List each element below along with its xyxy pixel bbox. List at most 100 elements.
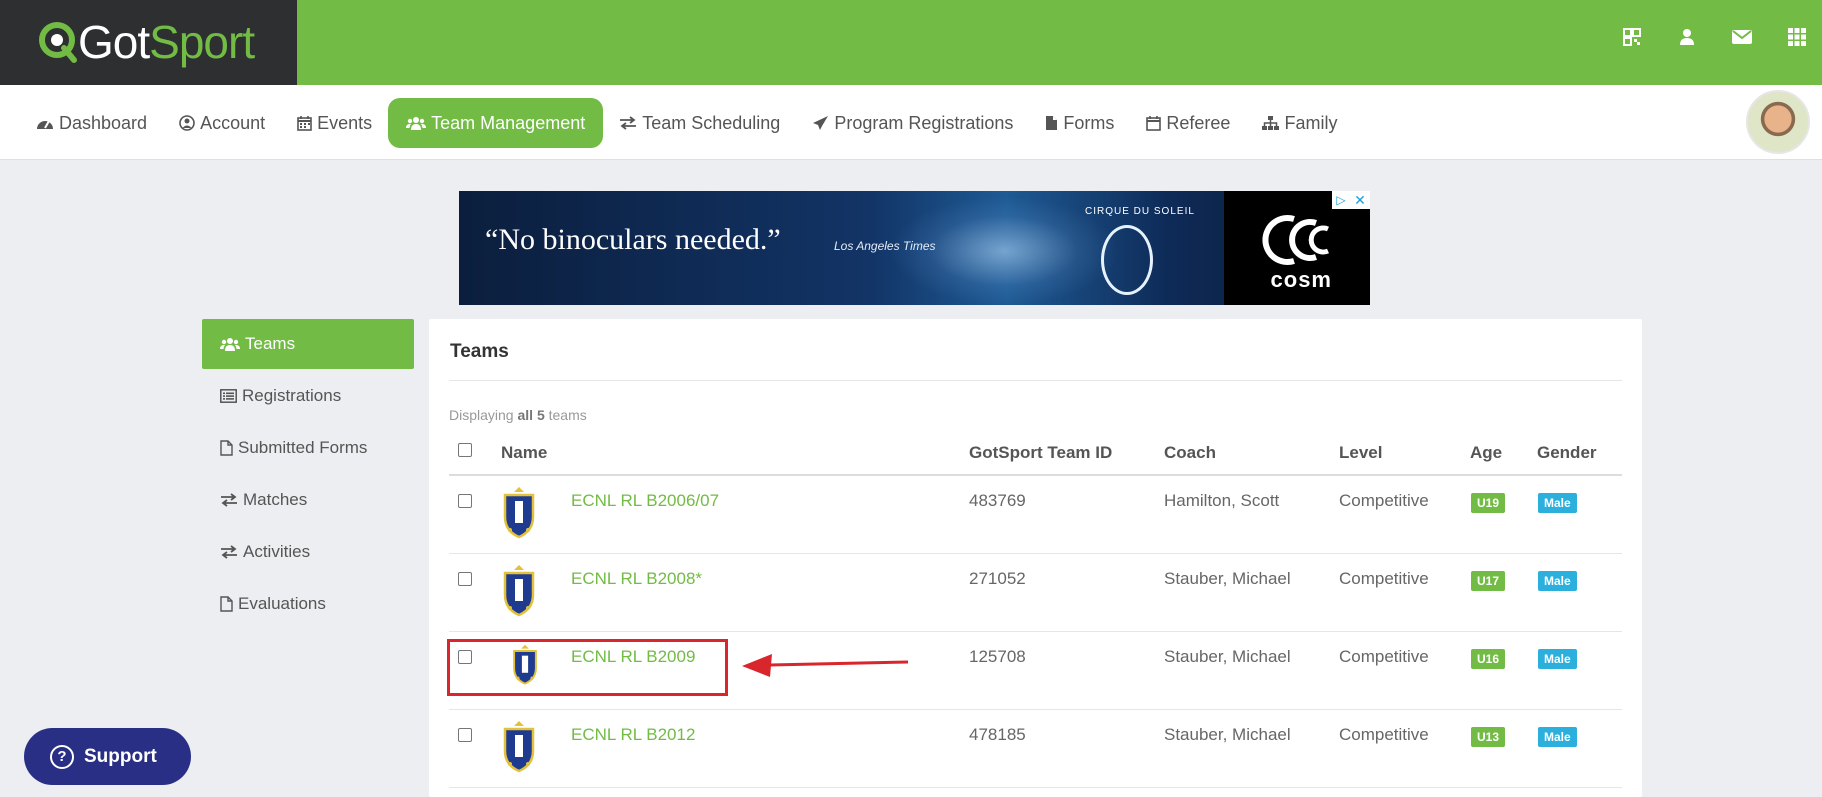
nav-dashboard[interactable]: Dashboard	[20, 98, 163, 148]
question-icon: ?	[50, 744, 74, 769]
column-level[interactable]: Level	[1339, 443, 1382, 463]
logo[interactable]: GotSport	[0, 0, 297, 85]
gender-badge: Male	[1538, 493, 1577, 513]
team-crest-icon	[503, 565, 535, 617]
team-level: Competitive	[1339, 569, 1429, 588]
ad-brand: CIRQUE DU SOLEIL	[1085, 206, 1195, 217]
divider	[449, 380, 1622, 381]
team-name-link[interactable]: ECNL RL B2006/07	[571, 491, 719, 511]
gotsport-logo-icon	[39, 22, 77, 63]
team-name-link[interactable]: ECNL RL B2012	[571, 725, 695, 745]
nav-family[interactable]: Family	[1246, 98, 1353, 148]
cosm-logo-icon	[1262, 215, 1329, 265]
calendar-icon	[297, 116, 312, 131]
team-level: Competitive	[1339, 647, 1429, 666]
page-title: Teams	[450, 341, 509, 362]
team-id: 483769	[969, 491, 1026, 510]
nav-forms[interactable]: Forms	[1029, 98, 1130, 148]
nav-events[interactable]: Events	[281, 98, 388, 148]
sidebar-item-evaluations[interactable]: Evaluations	[202, 579, 414, 629]
ad-source: Los Angeles Times	[834, 239, 936, 253]
row-checkbox[interactable]	[458, 572, 472, 586]
sidebar-item-registrations[interactable]: Registrations	[202, 371, 414, 421]
team-level: Competitive	[1339, 491, 1429, 510]
coach-name: Stauber, Michael	[1164, 647, 1291, 666]
gender-badge: Male	[1538, 571, 1577, 591]
top-bar: GotSport	[0, 0, 1822, 85]
exchange-icon	[221, 545, 237, 559]
team-crest-icon	[503, 721, 535, 773]
sidebar-item-teams[interactable]: Teams	[202, 319, 414, 369]
file-icon	[220, 596, 233, 612]
age-badge: U13	[1471, 727, 1506, 747]
row-checkbox[interactable]	[458, 494, 472, 508]
ad-o-logo-icon	[1101, 225, 1153, 295]
main-nav: Dashboard Account Events Team Management…	[0, 85, 1822, 160]
logo-text: GotSport	[78, 16, 255, 68]
sitemap-icon	[1262, 115, 1280, 130]
team-id: 478185	[969, 725, 1026, 744]
file-icon	[1046, 116, 1058, 130]
table-row: ECNL RL B2012 478185 Stauber, Michael Co…	[449, 710, 1622, 788]
age-badge: U19	[1471, 493, 1506, 513]
sidebar: Teams Registrations Submitted Forms Matc…	[202, 319, 414, 631]
age-badge: U17	[1471, 571, 1506, 591]
sidebar-item-activities[interactable]: Activities	[202, 527, 414, 577]
paper-plane-icon	[813, 116, 829, 130]
row-checkbox[interactable]	[458, 728, 472, 742]
coach-name: Hamilton, Scott	[1164, 491, 1280, 510]
nav-team-scheduling[interactable]: Team Scheduling	[603, 98, 796, 148]
calendar-outline-icon	[1146, 116, 1162, 131]
coach-name: Stauber, Michael	[1164, 725, 1291, 744]
results-count: Displaying all 5 teams	[449, 407, 587, 423]
advertisement-banner[interactable]: “No binoculars needed.” Los Angeles Time…	[459, 191, 1370, 305]
team-level: Competitive	[1339, 725, 1429, 744]
teams-panel: Teams Displaying all 5 teams Name GotSpo…	[429, 319, 1642, 797]
gender-badge: Male	[1538, 649, 1577, 669]
ad-choices-icon[interactable]: ▷	[1332, 191, 1350, 209]
select-all-checkbox[interactable]	[458, 443, 472, 457]
column-age[interactable]: Age	[1470, 443, 1502, 463]
user-circle-icon	[179, 115, 195, 131]
list-icon	[220, 389, 237, 403]
table-row: ECNL RL B2008* 271052 Stauber, Michael C…	[449, 554, 1622, 632]
user-icon[interactable]	[1676, 26, 1698, 48]
column-team-id[interactable]: GotSport Team ID	[969, 443, 1112, 463]
envelope-icon[interactable]	[1731, 26, 1753, 48]
sidebar-item-submitted-forms[interactable]: Submitted Forms	[202, 423, 414, 473]
ad-close-icon[interactable]: ✕	[1350, 191, 1370, 209]
ad-logo-text: cosm	[1270, 267, 1332, 292]
users-icon	[220, 338, 240, 351]
table-header: Name GotSport Team ID Coach Level Age Ge…	[449, 429, 1622, 476]
nav-team-management[interactable]: Team Management	[388, 98, 604, 148]
users-icon	[406, 117, 427, 130]
qr-code-icon[interactable]	[1621, 26, 1643, 48]
top-icons	[1621, 26, 1808, 48]
annotation-highlight-box	[447, 639, 728, 696]
column-gender[interactable]: Gender	[1537, 443, 1597, 463]
nav-account[interactable]: Account	[163, 98, 281, 148]
gender-badge: Male	[1538, 727, 1577, 747]
avatar[interactable]	[1746, 90, 1810, 154]
column-coach[interactable]: Coach	[1164, 443, 1216, 463]
table-row: ECNL RL B2006/07 483769 Hamilton, Scott …	[449, 476, 1622, 554]
column-name[interactable]: Name	[501, 443, 547, 463]
dashboard-icon	[37, 120, 53, 129]
teams-table: Name GotSport Team ID Coach Level Age Ge…	[449, 429, 1622, 788]
exchange-icon	[620, 116, 637, 130]
file-icon	[220, 440, 233, 456]
nav-program-registrations[interactable]: Program Registrations	[796, 98, 1029, 148]
team-name-link[interactable]: ECNL RL B2008*	[571, 569, 702, 589]
grid-icon[interactable]	[1786, 26, 1808, 48]
coach-name: Stauber, Michael	[1164, 569, 1291, 588]
team-id: 271052	[969, 569, 1026, 588]
nav-referee[interactable]: Referee	[1130, 98, 1246, 148]
team-crest-icon	[503, 487, 535, 539]
exchange-icon	[221, 493, 237, 507]
support-button[interactable]: ? Support	[24, 728, 191, 785]
team-id: 125708	[969, 647, 1026, 666]
sidebar-item-matches[interactable]: Matches	[202, 475, 414, 525]
age-badge: U16	[1471, 649, 1506, 669]
ad-quote: “No binoculars needed.”	[485, 223, 781, 256]
annotation-arrow-icon	[742, 654, 909, 677]
